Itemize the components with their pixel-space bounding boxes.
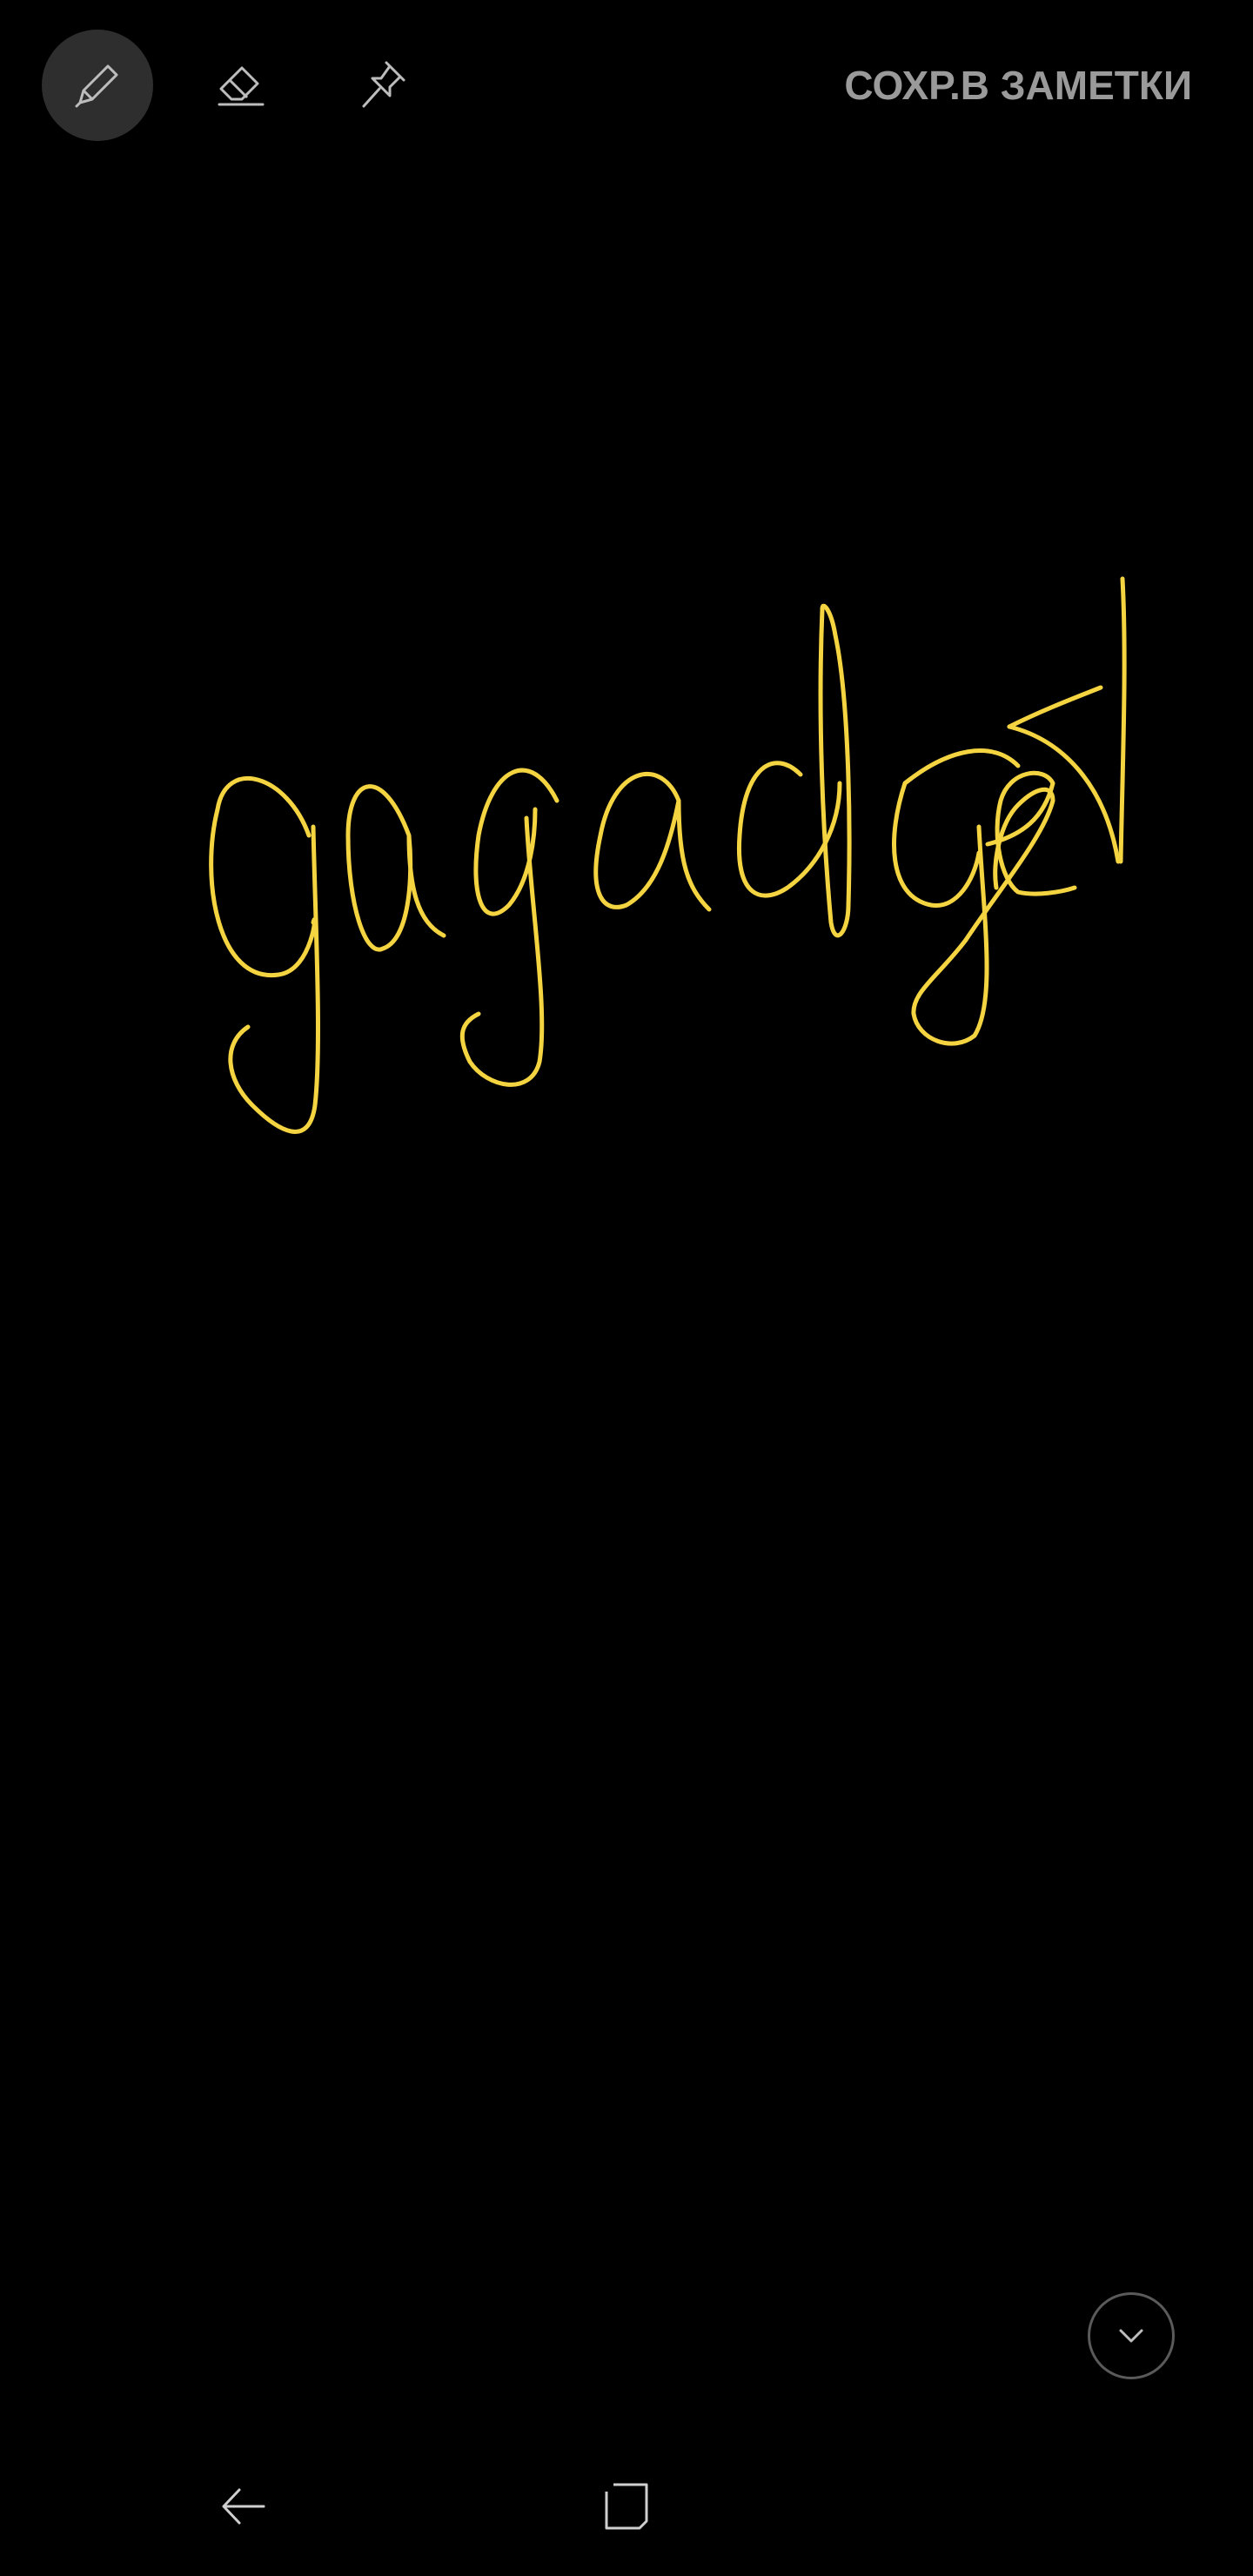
handwriting-strokes	[209, 576, 1127, 1134]
ink-stroke	[228, 824, 320, 1134]
system-navigation-bar	[0, 2437, 1253, 2576]
ink-stroke	[345, 784, 446, 952]
pin-icon	[362, 61, 405, 108]
ink-stroke	[1007, 685, 1103, 729]
collapse-button[interactable]	[1088, 2292, 1175, 2379]
eraser-tool-button[interactable]	[186, 30, 298, 141]
ink-stroke	[593, 772, 712, 912]
back-button[interactable]	[200, 2463, 287, 2550]
recent-apps-icon	[605, 2483, 648, 2530]
toolbar: СОХР.В ЗАМЕТКИ	[0, 0, 1253, 174]
ink-stroke	[1118, 576, 1127, 864]
ink-stroke	[892, 748, 1021, 908]
chevron-down-icon	[1119, 2329, 1143, 2343]
ink-stroke	[209, 775, 318, 977]
ink-stroke	[1007, 724, 1121, 864]
pen-tool-button[interactable]	[42, 30, 153, 141]
pen-icon	[75, 64, 118, 108]
ink-stroke	[818, 603, 852, 938]
recent-apps-button[interactable]	[583, 2463, 670, 2550]
ink-stroke	[473, 768, 559, 916]
save-to-notes-button[interactable]: СОХР.В ЗАМЕТКИ	[844, 57, 1192, 113]
back-arrow-icon	[222, 2488, 265, 2525]
pin-tool-button[interactable]	[327, 30, 439, 141]
eraser-icon	[218, 66, 265, 106]
drawing-canvas[interactable]	[0, 174, 1253, 2411]
